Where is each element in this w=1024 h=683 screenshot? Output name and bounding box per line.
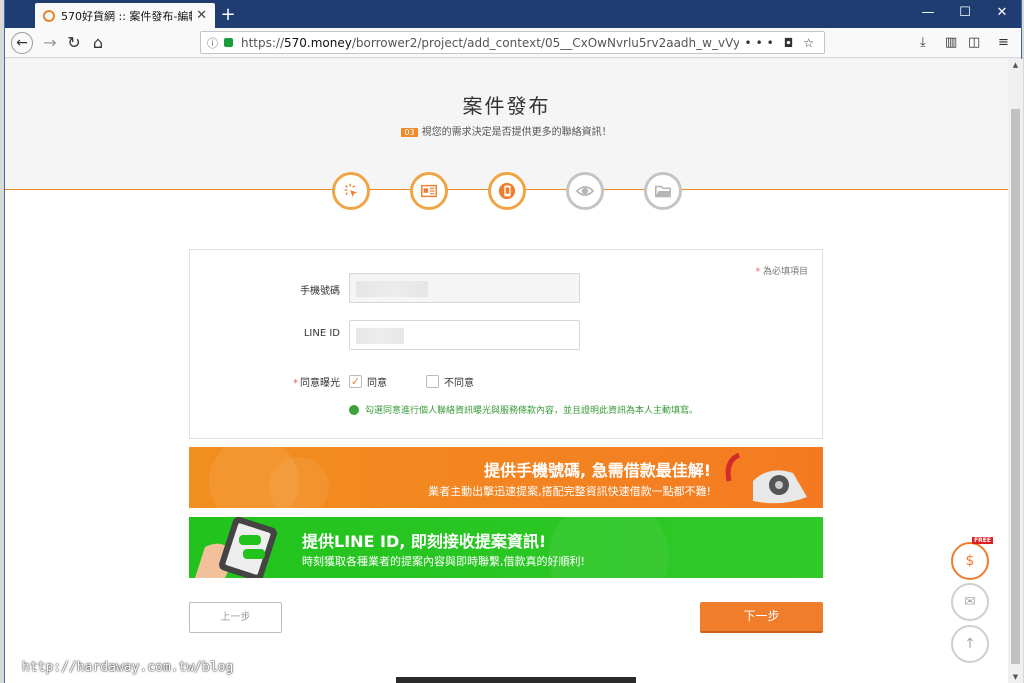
phone-promo-banner: 提供手機號碼, 急需借款最佳解! 業者主動出擊迅速提案,搭配完整資訊快速借款一點… <box>189 447 823 508</box>
step-5-folder-icon <box>644 172 682 210</box>
vertical-scrollbar[interactable]: ▲ ▼ <box>1008 59 1023 683</box>
reload-icon[interactable]: ↻ <box>63 32 85 54</box>
step-4-eye-icon <box>566 172 604 210</box>
page-actions-menu[interactable]: ••• <box>745 36 778 50</box>
money-hand-icon: $ <box>965 553 975 569</box>
tab-close-button[interactable]: ✕ <box>196 8 207 23</box>
minimize-button[interactable]: — <box>913 5 943 20</box>
taskbar-strip <box>396 677 636 683</box>
maximize-button[interactable]: ☐ <box>950 5 980 20</box>
checkmark-icon: ✓ <box>349 375 362 388</box>
phone-label: 手機號碼 <box>300 286 340 297</box>
address-bar[interactable]: ⓘ https://570.money/borrower2/project/ad… <box>200 31 825 54</box>
lineid-promo-banner: 提供LINE ID, 即刻接收提案資訊! 時刻獲取各種業者的提案內容與即時聯繫,… <box>189 517 823 578</box>
contact-form: * 為必填項目 手機號碼 LINE ID * 同意曝光 ✓ 同意 不同意 勾選同意進… <box>189 249 823 439</box>
phone-banner-title: 提供手機號碼, 急需借款最佳解! <box>484 461 711 480</box>
mobile-phone-icon <box>195 517 277 578</box>
step-hint: 03 視您的需求決定是否提供更多的聯絡資訊！ <box>5 123 1008 138</box>
tab-strip: 570好貨網 :: 案件發布-編輯案件 ✕ + — ☐ ✕ <box>5 0 1021 28</box>
terms-notice: 勾選同意進行個人聯絡資訊曝光與服務條款內容，並且證明此資訊為本人主動填寫。 <box>349 403 698 416</box>
url-text: https://570.money/borrower2/project/add_… <box>241 35 739 50</box>
home-icon[interactable]: ⌂ <box>87 32 109 54</box>
downloads-icon[interactable]: ⤓ <box>920 35 926 50</box>
phone-banner-subtitle: 業者主動出擊迅速提案,搭配完整資訊快速借款一點都不難! <box>428 485 711 498</box>
site-info-icon[interactable]: ⓘ <box>207 35 218 51</box>
forward-icon[interactable]: → <box>39 32 61 54</box>
step-2-document-icon <box>410 172 448 210</box>
step-number-badge: 03 <box>401 128 418 137</box>
step-hint-text: 視您的需求決定是否提供更多的聯絡資訊！ <box>421 127 612 138</box>
web-page: 案件發布 03 視您的需求決定是否提供更多的聯絡資訊！ * 為必填項目 手機號碼… <box>5 59 1008 683</box>
lineid-input[interactable] <box>349 320 580 350</box>
progress-steps <box>332 172 692 212</box>
lineid-banner-title: 提供LINE ID, 即刻接收提案資訊! <box>302 532 547 551</box>
required-note: * 為必填項目 <box>755 267 808 277</box>
next-step-button[interactable]: 下一步 <box>700 602 823 633</box>
sidebar-icon[interactable]: ◫ <box>968 35 980 50</box>
navigation-toolbar: ← → ↻ ⌂ ⓘ https://570.money/borrower2/pr… <box>5 28 1021 58</box>
page-header: 案件發布 03 視您的需求決定是否提供更多的聯絡資訊！ <box>5 59 1008 190</box>
pocket-icon[interactable]: ◘ <box>784 36 798 50</box>
free-tag: FREE <box>972 537 993 544</box>
masked-phone-value <box>356 281 428 297</box>
phone-input[interactable] <box>349 273 580 303</box>
mail-icon: ✉ <box>964 594 976 610</box>
disagree-checkbox[interactable]: 不同意 <box>426 374 474 389</box>
telephone-icon <box>725 452 807 504</box>
close-window-button[interactable]: ✕ <box>987 5 1017 20</box>
browser-tab[interactable]: 570好貨網 :: 案件發布-編輯案件 ✕ <box>35 3 215 28</box>
scroll-thumb[interactable] <box>1011 109 1020 664</box>
free-consult-button[interactable]: $ FREE <box>951 537 993 580</box>
site-favicon-icon <box>43 9 55 22</box>
previous-step-button[interactable]: 上一步 <box>189 602 282 633</box>
lock-icon <box>224 38 233 47</box>
scroll-down-arrow-icon[interactable]: ▼ <box>1008 673 1023 681</box>
lineid-banner-subtitle: 時刻獲取各種業者的提案內容與即時聯繫,借款真的好順利! <box>302 555 585 568</box>
info-dot-icon <box>349 404 359 415</box>
blog-watermark: http://hardaway.com.tw/blog <box>22 660 234 675</box>
menu-icon[interactable]: ≡ <box>998 35 1009 50</box>
masked-lineid-value <box>356 328 404 344</box>
tab-title: 570好貨網 :: 案件發布-編輯案件 <box>61 9 192 23</box>
step-3-phone-icon <box>488 172 526 210</box>
back-icon[interactable]: ← <box>11 32 33 54</box>
browser-window: 570好貨網 :: 案件發布-編輯案件 ✕ + — ☐ ✕ ← → ↻ ⌂ ⓘ … <box>4 0 1023 683</box>
bookmark-star-icon[interactable]: ☆ <box>803 36 818 50</box>
consent-label: * 同意曝光 <box>293 378 340 389</box>
back-to-top-button[interactable]: ↑ <box>951 625 989 663</box>
scroll-up-arrow-icon[interactable]: ▲ <box>1008 61 1023 69</box>
new-tab-button[interactable]: + <box>217 4 239 25</box>
agree-checkbox[interactable]: ✓ 同意 <box>349 374 387 389</box>
mail-button[interactable]: ✉ <box>951 583 989 621</box>
arrow-up-icon: ↑ <box>964 636 976 652</box>
lineid-label: LINE ID <box>303 328 340 339</box>
library-icon[interactable]: ▥ <box>945 35 957 50</box>
page-title: 案件發布 <box>462 94 551 118</box>
step-1-cursor-click-icon <box>332 172 370 210</box>
